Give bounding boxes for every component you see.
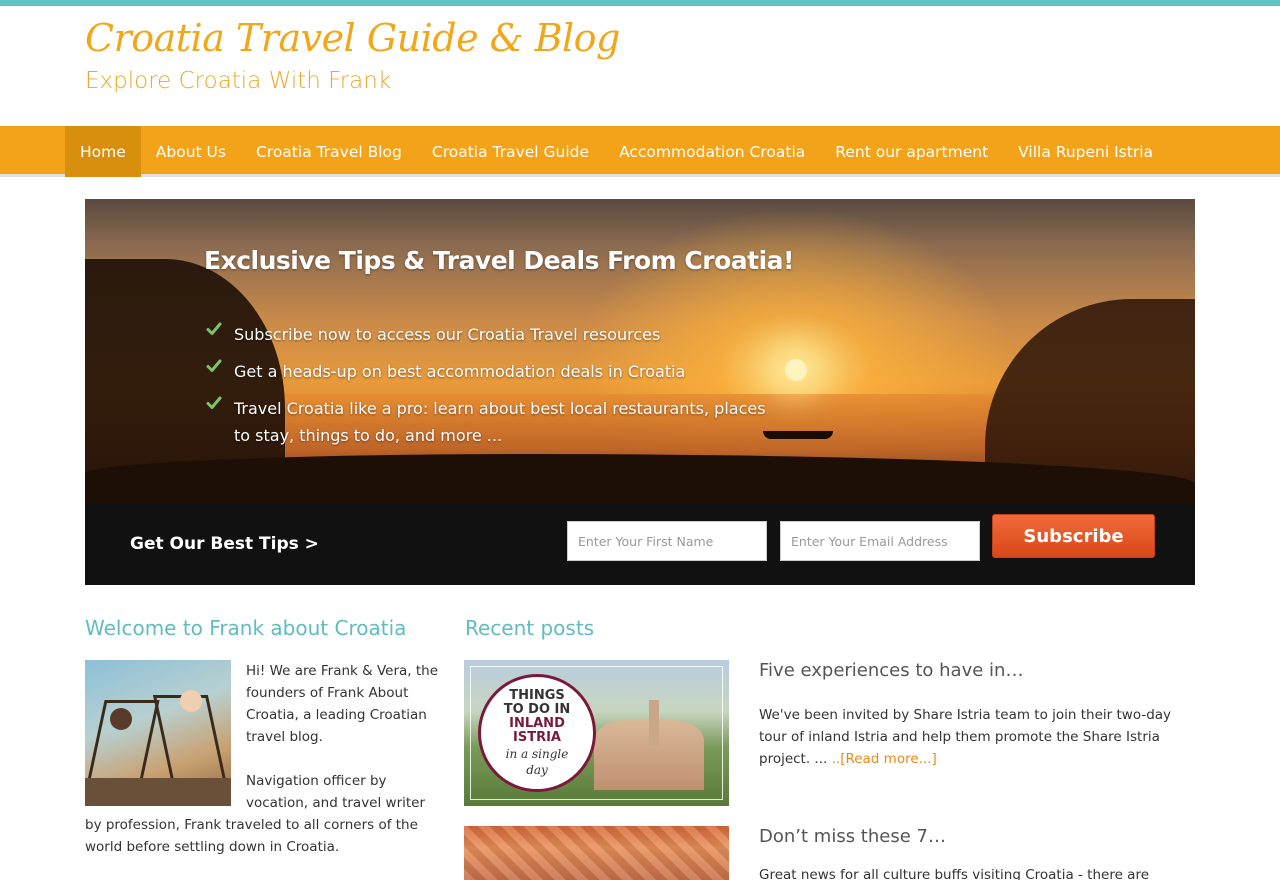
sun-graphic xyxy=(785,359,807,381)
badge-text: THINGS xyxy=(509,688,565,703)
check-icon xyxy=(206,359,222,372)
hero-optin-banner: Exclusive Tips & Travel Deals From Croat… xyxy=(85,199,1195,585)
main-nav: Home About Us Croatia Travel Blog Croati… xyxy=(0,126,1280,177)
site-tagline: Explore Croatia With Frank xyxy=(85,68,392,94)
check-icon xyxy=(206,322,222,335)
check-icon xyxy=(206,396,222,409)
optin-form-bar: Get Our Best Tips > Subscribe xyxy=(85,504,1195,585)
hero-heading: Exclusive Tips & Travel Deals From Croat… xyxy=(204,246,794,275)
post-excerpt: Great news for all culture buffs visitin… xyxy=(759,867,1150,880)
nav-item-home[interactable]: Home xyxy=(65,126,141,177)
recent-posts-title: Recent posts xyxy=(465,616,595,640)
read-more-link[interactable]: ..[Read more...] xyxy=(832,751,937,767)
top-accent-bar xyxy=(0,0,1280,6)
badge-text: INLAND xyxy=(509,716,565,731)
hero-bullet: Travel Croatia like a pro: learn about b… xyxy=(204,395,784,449)
hero-bullet: Get a heads-up on best accommodation dea… xyxy=(204,358,784,385)
hero-bullet: Subscribe now to access our Croatia Trav… xyxy=(204,321,784,348)
nav-item-about-us[interactable]: About Us xyxy=(141,126,241,177)
badge-text: in a single xyxy=(505,747,569,761)
first-name-input[interactable] xyxy=(567,521,767,561)
email-input[interactable] xyxy=(780,521,980,561)
welcome-text: Hi! We are Frank & Vera, the founders of… xyxy=(85,660,440,880)
hero-bullet-text: Get a heads-up on best accommodation dea… xyxy=(234,362,686,381)
hero-bullet-list: Subscribe now to access our Croatia Trav… xyxy=(204,321,784,459)
post-excerpt-text: We've been invited by Share Istria team … xyxy=(759,707,1172,767)
post-excerpt: We've been invited by Share Istria team … xyxy=(759,704,1194,770)
optin-cta-text: Get Our Best Tips > xyxy=(130,534,319,554)
nav-item-villa-rupeni-istria[interactable]: Villa Rupeni Istria xyxy=(1003,126,1168,177)
nav-item-accommodation-croatia[interactable]: Accommodation Croatia xyxy=(604,126,820,177)
thumbnail-badge: THINGS TO DO IN INLAND ISTRIA in a singl… xyxy=(478,674,596,792)
badge-text: day xyxy=(526,763,548,777)
post-thumbnail[interactable] xyxy=(464,826,729,880)
subscribe-button[interactable]: Subscribe xyxy=(992,514,1155,558)
hero-bullet-text: Travel Croatia like a pro: learn about b… xyxy=(234,399,766,445)
nav-item-croatia-travel-guide[interactable]: Croatia Travel Guide xyxy=(417,126,604,177)
badge-text: TO DO IN xyxy=(503,702,571,717)
post-title-link[interactable]: Five experiences to have in… xyxy=(759,660,1023,681)
post-title-link[interactable]: Don’t miss these 7… xyxy=(759,826,946,847)
post-thumbnail[interactable]: THINGS TO DO IN INLAND ISTRIA in a singl… xyxy=(464,660,729,806)
nav-item-rent-our-apartment[interactable]: Rent our apartment xyxy=(820,126,1003,177)
nav-item-croatia-travel-blog[interactable]: Croatia Travel Blog xyxy=(241,126,417,177)
badge-text: ISTRIA xyxy=(513,730,561,745)
site-title[interactable]: Croatia Travel Guide & Blog xyxy=(85,16,620,60)
welcome-section-title: Welcome to Frank about Croatia xyxy=(85,616,407,640)
hero-bullet-text: Subscribe now to access our Croatia Trav… xyxy=(234,325,661,344)
